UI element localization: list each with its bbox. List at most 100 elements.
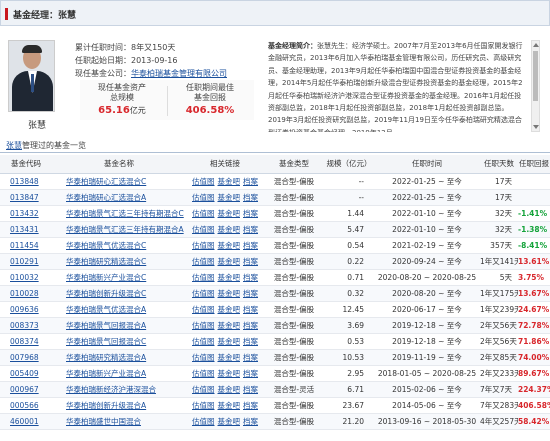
fund-profile-link[interactable]: 档案 <box>243 353 258 362</box>
fund-code-link[interactable]: 011454 <box>0 237 52 254</box>
fund-profile-link[interactable]: 档案 <box>243 321 258 330</box>
fund-name-link[interactable]: 华泰柏瑞新兴产业混合A <box>52 365 186 382</box>
related-links: 估值图 基金吧 档案 <box>186 349 264 366</box>
fund-name-link[interactable]: 华泰柏瑞创新升级混合A <box>52 397 186 414</box>
fund-profile-link[interactable]: 档案 <box>243 177 258 186</box>
col-name[interactable]: 基金名称 <box>52 155 186 174</box>
valuation-chart-link[interactable]: 估值图 <box>192 337 215 346</box>
valuation-chart-link[interactable]: 估值图 <box>192 369 215 378</box>
fund-code-link[interactable]: 010291 <box>0 253 52 270</box>
current-company-link[interactable]: 华泰柏瑞基金管理有限公司 <box>131 69 227 78</box>
fund-forum-link[interactable]: 基金吧 <box>218 241 241 250</box>
col-period[interactable]: 任职时间 <box>374 155 480 174</box>
fund-forum-link[interactable]: 基金吧 <box>218 337 241 346</box>
fund-name-link[interactable]: 华泰柏瑞新经济沪港深混合 <box>52 381 186 398</box>
bio-label: 基金经理简介： <box>268 42 317 50</box>
fund-profile-link[interactable]: 档案 <box>243 289 258 298</box>
col-days[interactable]: 任职天数 <box>480 155 518 174</box>
fund-forum-link[interactable]: 基金吧 <box>218 417 241 426</box>
valuation-chart-link[interactable]: 估值图 <box>192 305 215 314</box>
valuation-chart-link[interactable]: 估值图 <box>192 273 215 282</box>
fund-name-link[interactable]: 华泰柏瑞创新升级混合C <box>52 285 186 302</box>
valuation-chart-link[interactable]: 估值图 <box>192 241 215 250</box>
fund-code-link[interactable]: 460001 <box>0 413 52 430</box>
fund-profile-link[interactable]: 档案 <box>243 209 258 218</box>
fund-profile-link[interactable]: 档案 <box>243 193 258 202</box>
fund-name-link[interactable]: 华泰柏瑞研究精选混合A <box>52 349 186 366</box>
valuation-chart-link[interactable]: 估值图 <box>192 225 215 234</box>
fund-forum-link[interactable]: 基金吧 <box>218 321 241 330</box>
fund-forum-link[interactable]: 基金吧 <box>218 273 241 282</box>
fund-code-link[interactable]: 009636 <box>0 301 52 318</box>
col-return[interactable]: 任职回报 <box>518 155 550 174</box>
fund-profile-link[interactable]: 档案 <box>243 337 258 346</box>
fund-profile-link[interactable]: 档案 <box>243 305 258 314</box>
fund-profile-link[interactable]: 档案 <box>243 417 258 426</box>
stats-box: 现任基金资产 总规模 65.16亿元 任职期间最佳 基金回报 406.58% <box>80 80 254 120</box>
bio-scrollbar[interactable] <box>531 40 540 132</box>
valuation-chart-link[interactable]: 估值图 <box>192 353 215 362</box>
valuation-chart-link[interactable]: 估值图 <box>192 385 215 394</box>
fund-forum-link[interactable]: 基金吧 <box>218 209 241 218</box>
fund-forum-link[interactable]: 基金吧 <box>218 193 241 202</box>
fund-code-link[interactable]: 005409 <box>0 365 52 382</box>
fund-name-link[interactable]: 华泰柏瑞景气回报混合C <box>52 333 186 350</box>
col-scale[interactable]: 规模（亿元） <box>324 155 374 174</box>
fund-profile-link[interactable]: 档案 <box>243 273 258 282</box>
fund-code-link[interactable]: 013847 <box>0 189 52 206</box>
fund-profile-link[interactable]: 档案 <box>243 401 258 410</box>
fund-profile-link[interactable]: 档案 <box>243 257 258 266</box>
scroll-down-icon[interactable] <box>533 125 539 129</box>
fund-code-link[interactable]: 000967 <box>0 381 52 398</box>
fund-forum-link[interactable]: 基金吧 <box>218 369 241 378</box>
fund-profile-link[interactable]: 档案 <box>243 241 258 250</box>
fund-forum-link[interactable]: 基金吧 <box>218 401 241 410</box>
fund-profile-link[interactable]: 档案 <box>243 369 258 378</box>
fund-name-link[interactable]: 华泰柏瑞景气汇选三年持有期混合C <box>52 205 186 222</box>
fund-forum-link[interactable]: 基金吧 <box>218 257 241 266</box>
fund-name-link[interactable]: 华泰柏瑞研心汇选混合A <box>52 189 186 206</box>
related-links: 估值图 基金吧 档案 <box>186 221 264 238</box>
scroll-up-icon[interactable] <box>533 43 539 47</box>
valuation-chart-link[interactable]: 估值图 <box>192 321 215 330</box>
fund-name-link[interactable]: 华泰柏瑞新兴产业混合C <box>52 269 186 286</box>
fund-profile-link[interactable]: 档案 <box>243 385 258 394</box>
fund-profile-link[interactable]: 档案 <box>243 225 258 234</box>
fund-forum-link[interactable]: 基金吧 <box>218 305 241 314</box>
fund-code-link[interactable]: 010032 <box>0 269 52 286</box>
aum-label-2: 总规模 <box>110 93 134 102</box>
col-code[interactable]: 基金代码 <box>0 155 52 174</box>
valuation-chart-link[interactable]: 估值图 <box>192 401 215 410</box>
valuation-chart-link[interactable]: 估值图 <box>192 289 215 298</box>
fund-name-link[interactable]: 华泰柏瑞研心汇选混合C <box>52 173 186 190</box>
fund-name-link[interactable]: 华泰柏瑞盛世中国混合 <box>52 413 186 430</box>
fund-forum-link[interactable]: 基金吧 <box>218 225 241 234</box>
fund-code-link[interactable]: 000566 <box>0 397 52 414</box>
valuation-chart-link[interactable]: 估值图 <box>192 257 215 266</box>
fund-code-link[interactable]: 007968 <box>0 349 52 366</box>
scroll-thumb[interactable] <box>533 51 538 101</box>
fund-scale: 0.22 <box>324 253 374 270</box>
fund-code-link[interactable]: 010028 <box>0 285 52 302</box>
fund-name-link[interactable]: 华泰柏瑞景气汇选三年持有期混合A <box>52 221 186 238</box>
fund-code-link[interactable]: 013432 <box>0 205 52 222</box>
fund-name-link[interactable]: 华泰柏瑞景气回报混合A <box>52 317 186 334</box>
valuation-chart-link[interactable]: 估值图 <box>192 193 215 202</box>
col-type[interactable]: 基金类型 <box>264 155 324 174</box>
fund-name-link[interactable]: 华泰柏瑞景气优选混合A <box>52 301 186 318</box>
fund-name-link[interactable]: 华泰柏瑞景气优选混合C <box>52 237 186 254</box>
fund-forum-link[interactable]: 基金吧 <box>218 353 241 362</box>
fund-name-link[interactable]: 华泰柏瑞研究精选混合C <box>52 253 186 270</box>
fund-code-link[interactable]: 008374 <box>0 333 52 350</box>
valuation-chart-link[interactable]: 估值图 <box>192 209 215 218</box>
header-accent-bar <box>5 8 8 20</box>
fund-code-link[interactable]: 008373 <box>0 317 52 334</box>
fund-code-link[interactable]: 013848 <box>0 173 52 190</box>
fund-forum-link[interactable]: 基金吧 <box>218 289 241 298</box>
fund-forum-link[interactable]: 基金吧 <box>218 385 241 394</box>
valuation-chart-link[interactable]: 估值图 <box>192 417 215 426</box>
valuation-chart-link[interactable]: 估值图 <box>192 177 215 186</box>
manager-name-link[interactable]: 张慧 <box>6 141 22 150</box>
fund-forum-link[interactable]: 基金吧 <box>218 177 241 186</box>
fund-code-link[interactable]: 013431 <box>0 221 52 238</box>
